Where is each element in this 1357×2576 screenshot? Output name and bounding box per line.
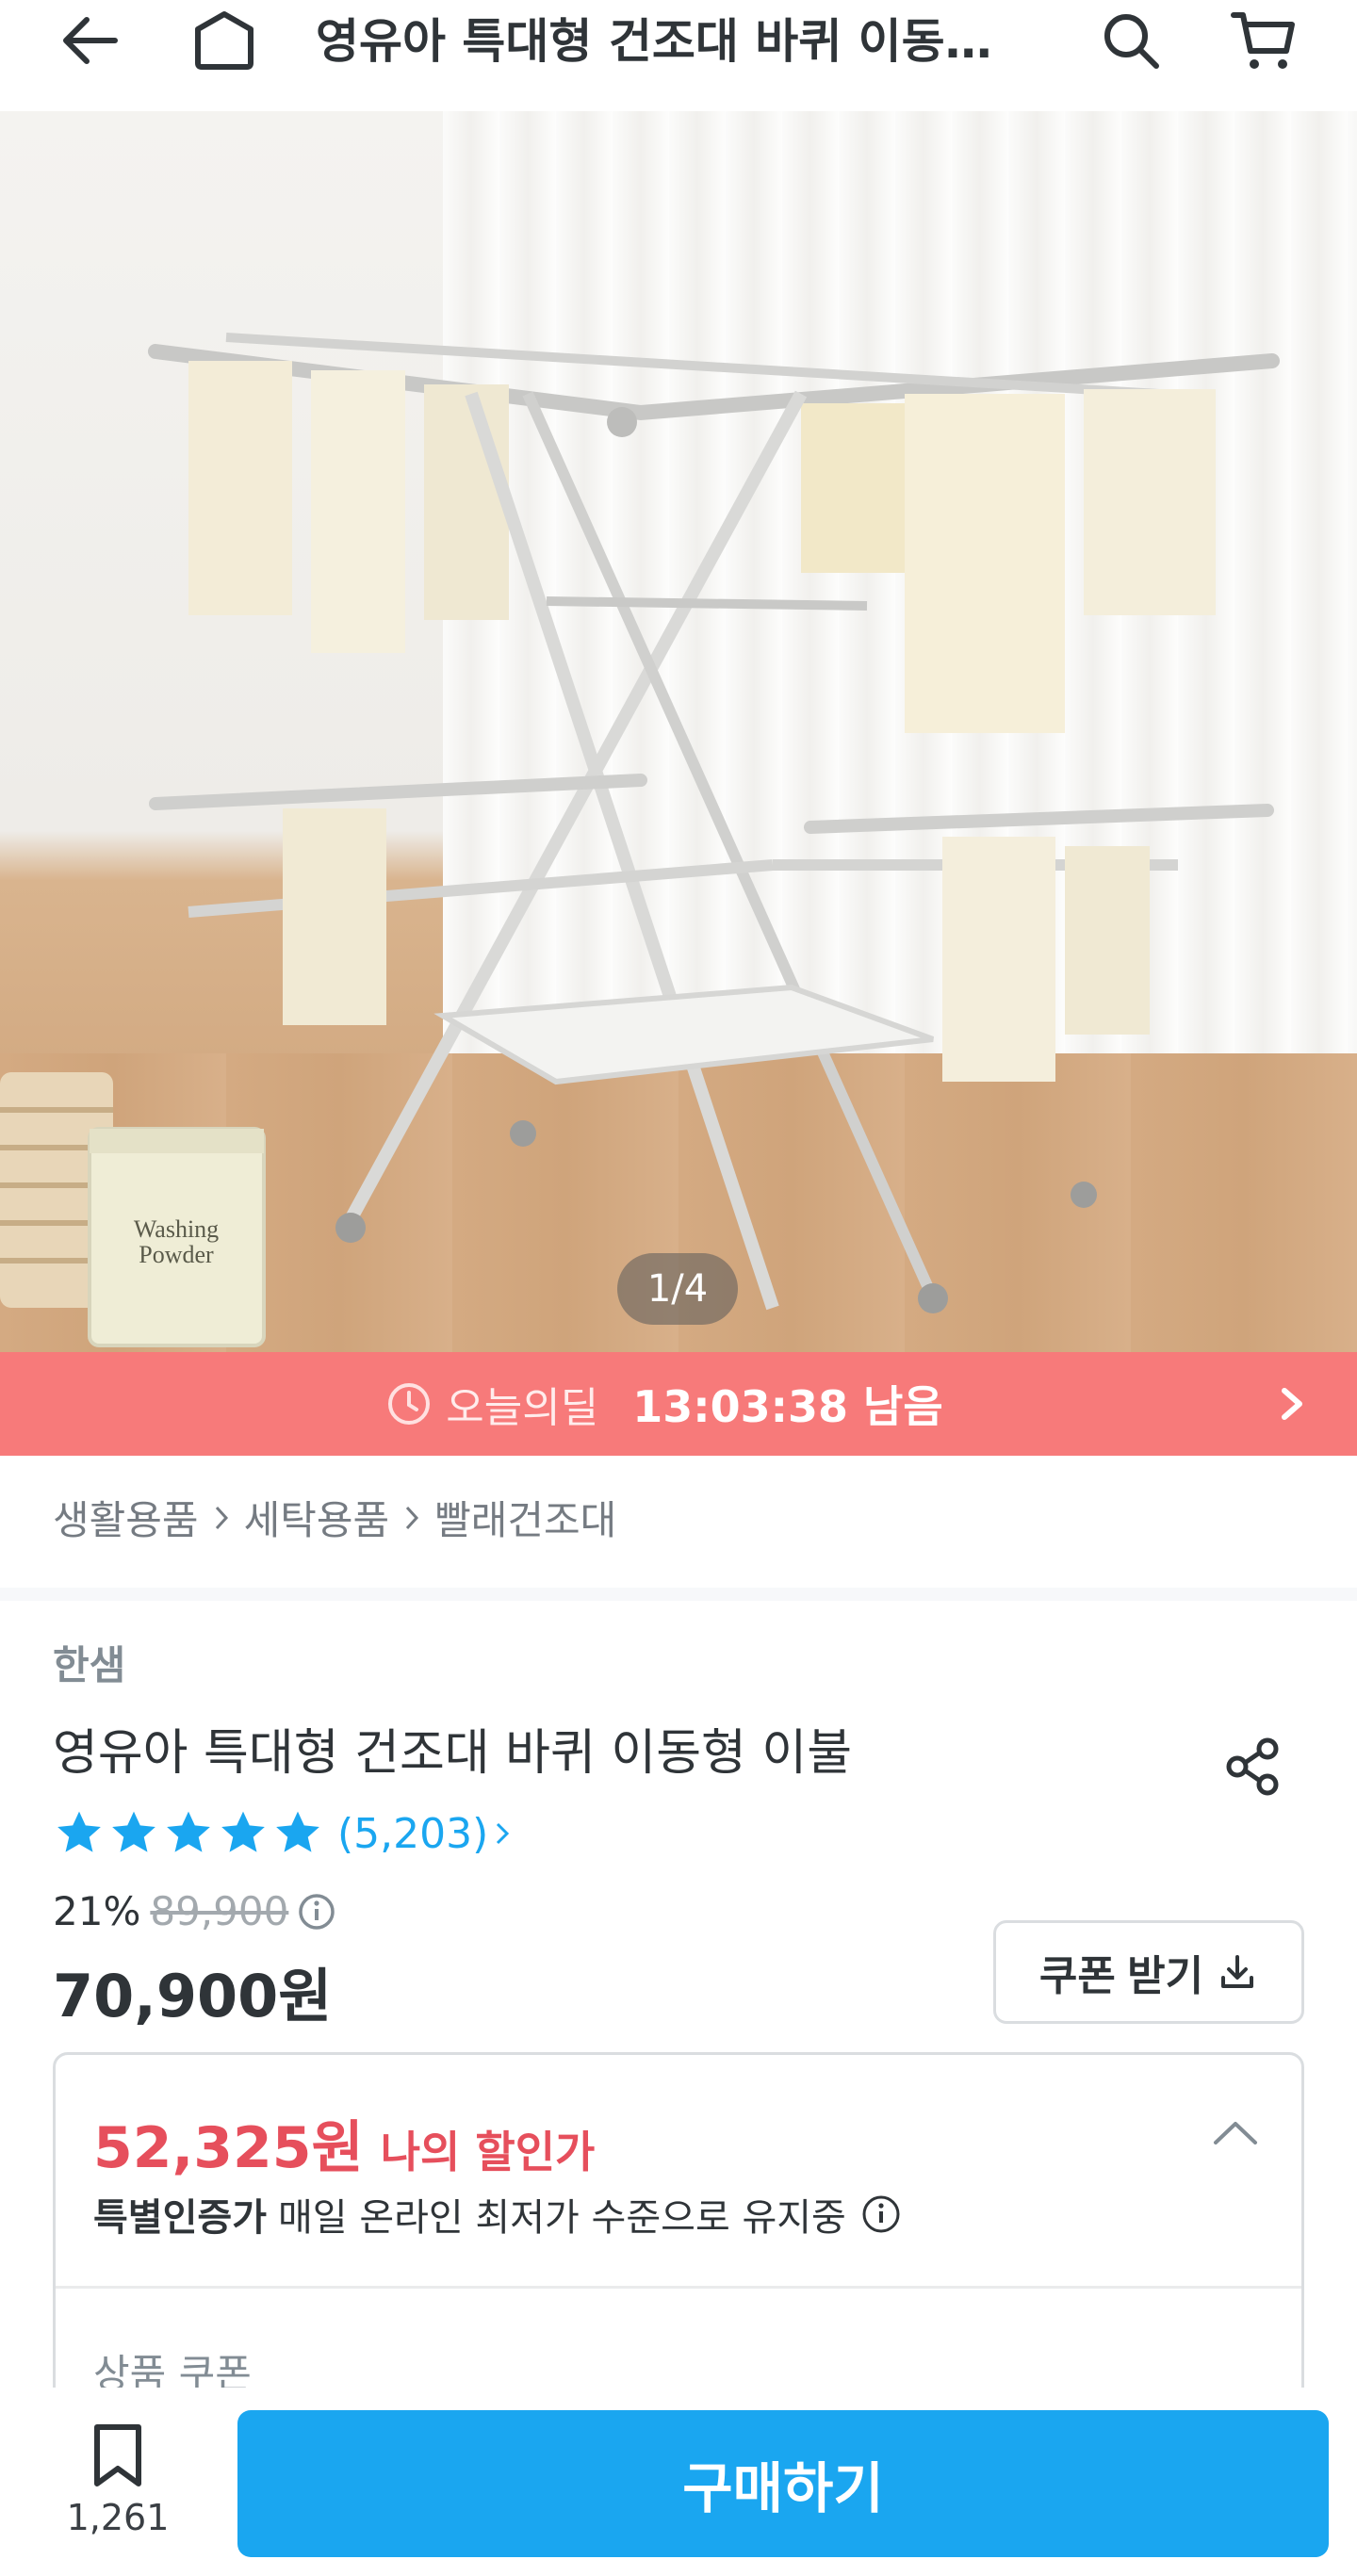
clock-icon [388,1383,431,1425]
page-title: 영유아 특대형 건조대 바퀴 이동… [316,14,992,69]
back-button[interactable] [47,0,132,83]
special-price-text: 매일 온라인 최저가 수준으로 유지중 [278,2196,846,2240]
chevron-right-icon [208,1502,235,1534]
review-count: (5,203) [337,1810,516,1858]
download-icon [1221,1955,1254,1988]
bottom-action-bar: 1,261 구매하기 [0,2388,1357,2576]
buy-button[interactable]: 구매하기 [237,2410,1329,2557]
review-count-text: (5,203) [337,1809,489,1858]
share-button[interactable] [1216,1729,1291,1804]
special-price-note: 특별인증가 매일 온라인 최저가 수준으로 유지중 [93,2187,903,2242]
star-icon [112,1811,155,1852]
discount-rate: 21% [53,1888,141,1934]
my-discount-price-row: 52,325원 나의 할인가 [93,2102,595,2184]
info-icon[interactable] [296,1891,337,1932]
breadcrumb-item-living[interactable]: 생활용품 [53,1489,199,1546]
bookmark-icon [94,2424,141,2486]
chevron-right-icon [1265,1378,1317,1430]
arrow-left-icon [63,17,118,64]
star-icon [57,1811,101,1852]
deal-label: 오늘의딜 [446,1384,599,1432]
panel-divider [56,2286,1301,2289]
my-discount-price: 52,325원 [93,2115,364,2181]
search-icon [1104,14,1159,69]
get-coupon-label: 쿠폰 받기 [1038,1953,1204,1999]
rating-summary[interactable]: (5,203) [53,1807,516,1860]
search-button[interactable] [1088,0,1173,83]
home-button[interactable] [182,0,267,83]
special-price-title: 특별인증가 [93,2196,267,2240]
section-divider [0,1588,1357,1601]
star-icon [221,1811,265,1852]
image-pager-indicator: 1/4 [617,1253,738,1325]
collapse-button[interactable] [1207,2104,1264,2160]
info-icon[interactable] [859,2193,903,2236]
brand-name[interactable]: 한샘 [53,1634,125,1691]
star-rating [53,1807,324,1860]
get-coupon-button[interactable]: 쿠폰 받기 [993,1920,1304,2024]
star-icon [167,1811,210,1852]
bookmark-count: 1,261 [66,2497,170,2538]
chevron-right-icon [497,1822,510,1845]
star-icon [276,1811,319,1852]
bookmark-button[interactable]: 1,261 [47,2421,188,2538]
breadcrumb: 생활용품 세탁용품 빨래건조대 [53,1489,616,1546]
top-app-bar: 영유아 특대형 건조대 바퀴 이동… [0,0,1357,111]
breadcrumb-item-laundry[interactable]: 세탁용품 [244,1489,390,1546]
share-icon [1226,1737,1279,1796]
washing-box-label-1: Washing [134,1215,219,1243]
washing-box-label-2: Powder [139,1241,214,1268]
cart-button[interactable] [1220,0,1305,83]
breadcrumb-item-drying-rack[interactable]: 빨래건조대 [434,1489,616,1546]
chevron-up-icon [1214,2122,1257,2144]
cart-icon [1231,12,1295,69]
chevron-right-icon [399,1502,425,1534]
today-deal-banner[interactable]: 오늘의딜 13:03:38 남음 [0,1352,1357,1456]
product-image-gallery[interactable]: Washing Powder 1/4 [0,111,1357,1352]
original-price: 89,900 [150,1888,289,1934]
price-row: 21% 89,900 [53,1888,337,1934]
drying-rack-illustration: Washing Powder [0,333,1280,1347]
home-icon [195,11,253,70]
my-discount-label: 나의 할인가 [380,2127,596,2177]
deal-countdown: 13:03:38 남음 [632,1381,943,1432]
product-name: 영유아 특대형 건조대 바퀴 이동형 이불 [53,1725,853,1782]
sale-price: 70,900원 [53,1962,333,2030]
